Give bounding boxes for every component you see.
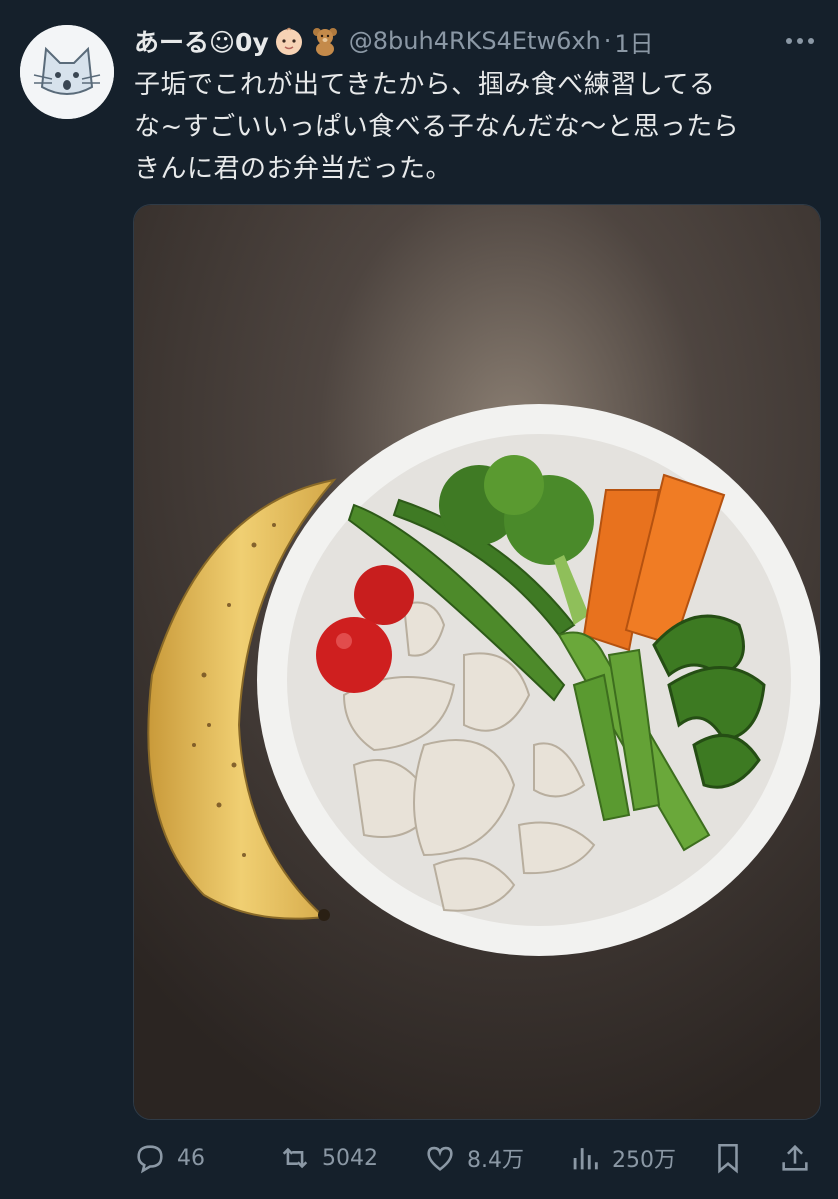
views-button[interactable]: 250万 <box>568 1136 676 1180</box>
tweet-text-line: きんに君のお弁当だった。 <box>134 154 453 184</box>
tweet-header: あーる☺0y @8buh4RKS4Etw6xh · 1日 <box>134 22 818 60</box>
more-options-button[interactable] <box>782 26 818 56</box>
reply-button[interactable]: 46 <box>133 1136 205 1180</box>
heart-icon <box>427 1146 453 1171</box>
like-button[interactable]: 8.4万 <box>423 1136 524 1180</box>
more-dots-icon <box>786 38 814 44</box>
reply-count: 46 <box>177 1145 205 1171</box>
cat-avatar-icon <box>20 25 114 119</box>
food-bowl-photo <box>134 205 820 1119</box>
tweet-actions: 46 5042 8.4万 250万 <box>133 1136 819 1180</box>
tweet-text-line: な~すごいいっぱい食べる子なんだな〜と思ったら <box>134 112 740 142</box>
retweet-button[interactable]: 5042 <box>278 1136 378 1180</box>
avatar[interactable] <box>20 25 114 119</box>
share-button[interactable] <box>778 1136 822 1180</box>
separator-dot: · <box>603 27 612 55</box>
retweet-count: 5042 <box>322 1145 378 1171</box>
tweet-text: 子垢でこれが出てきたから、掴み食べ練習してる な~すごいいっぱい食べる子なんだな… <box>134 64 824 190</box>
tweet-text-line: 子垢でこれが出てきたから、掴み食べ練習してる <box>134 70 716 100</box>
share-upload-icon <box>782 1144 808 1171</box>
retweet-arrows-icon <box>282 1147 308 1169</box>
bookmark-icon <box>718 1143 738 1174</box>
speech-bubble-icon <box>137 1145 163 1174</box>
view-count: 250万 <box>612 1148 676 1173</box>
tweet-timestamp[interactable]: 1日 <box>614 24 653 59</box>
bookmark-button[interactable] <box>711 1136 755 1180</box>
like-count: 8.4万 <box>467 1148 524 1173</box>
user-handle[interactable]: @8buh4RKS4Etw6xh <box>349 27 601 55</box>
tweet-photo[interactable] <box>133 204 821 1120</box>
baby-face-emoji <box>273 25 305 57</box>
bar-chart-icon <box>573 1148 598 1170</box>
display-name[interactable]: あーる☺0y <box>134 23 269 59</box>
teddy-bear-emoji <box>309 25 341 57</box>
